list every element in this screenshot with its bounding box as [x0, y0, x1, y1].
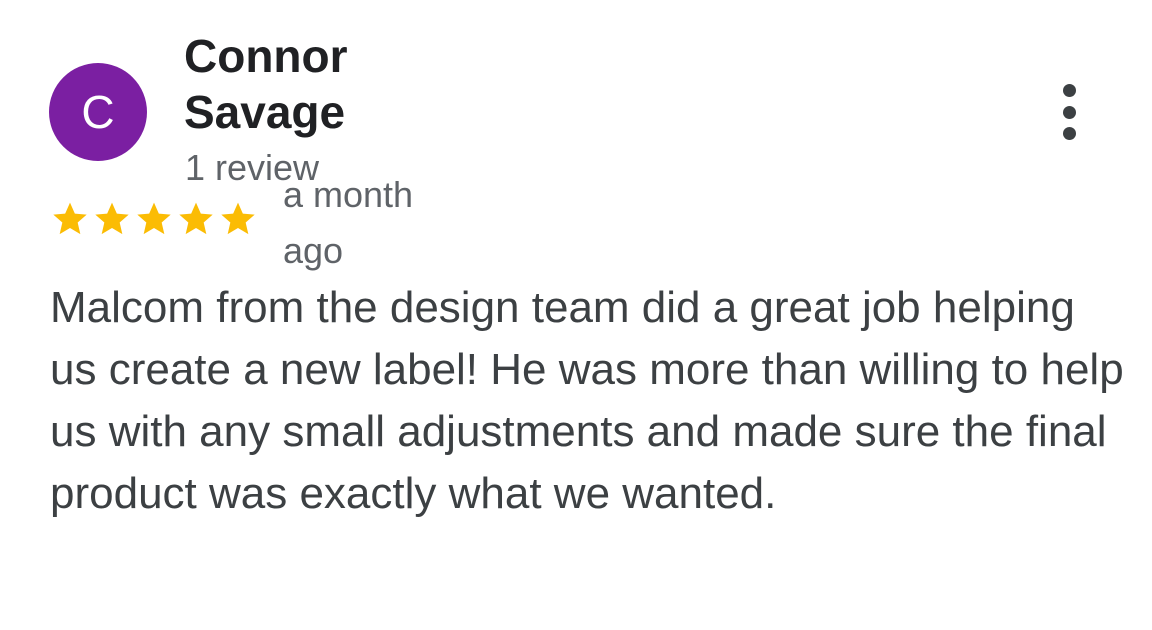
- review-date: a month ago: [283, 174, 414, 271]
- star-icon: [221, 202, 255, 235]
- reviewer-name[interactable]: Connor Savage: [184, 28, 384, 140]
- star-icon: [179, 202, 213, 235]
- star-icon: [137, 202, 171, 235]
- more-vertical-icon-dot: [1062, 127, 1076, 140]
- more-vertical-icon-dot: [1062, 105, 1076, 119]
- avatar[interactable]: C: [49, 63, 147, 161]
- more-vertical-icon: [1062, 84, 1076, 97]
- more-options-button[interactable]: [1053, 84, 1085, 140]
- star-icon: [53, 202, 87, 235]
- avatar-initial: C: [81, 86, 115, 138]
- star-icon: [95, 202, 129, 235]
- review-text: Malcom from the design team did a great …: [50, 283, 1124, 518]
- star-rating: [49, 199, 259, 239]
